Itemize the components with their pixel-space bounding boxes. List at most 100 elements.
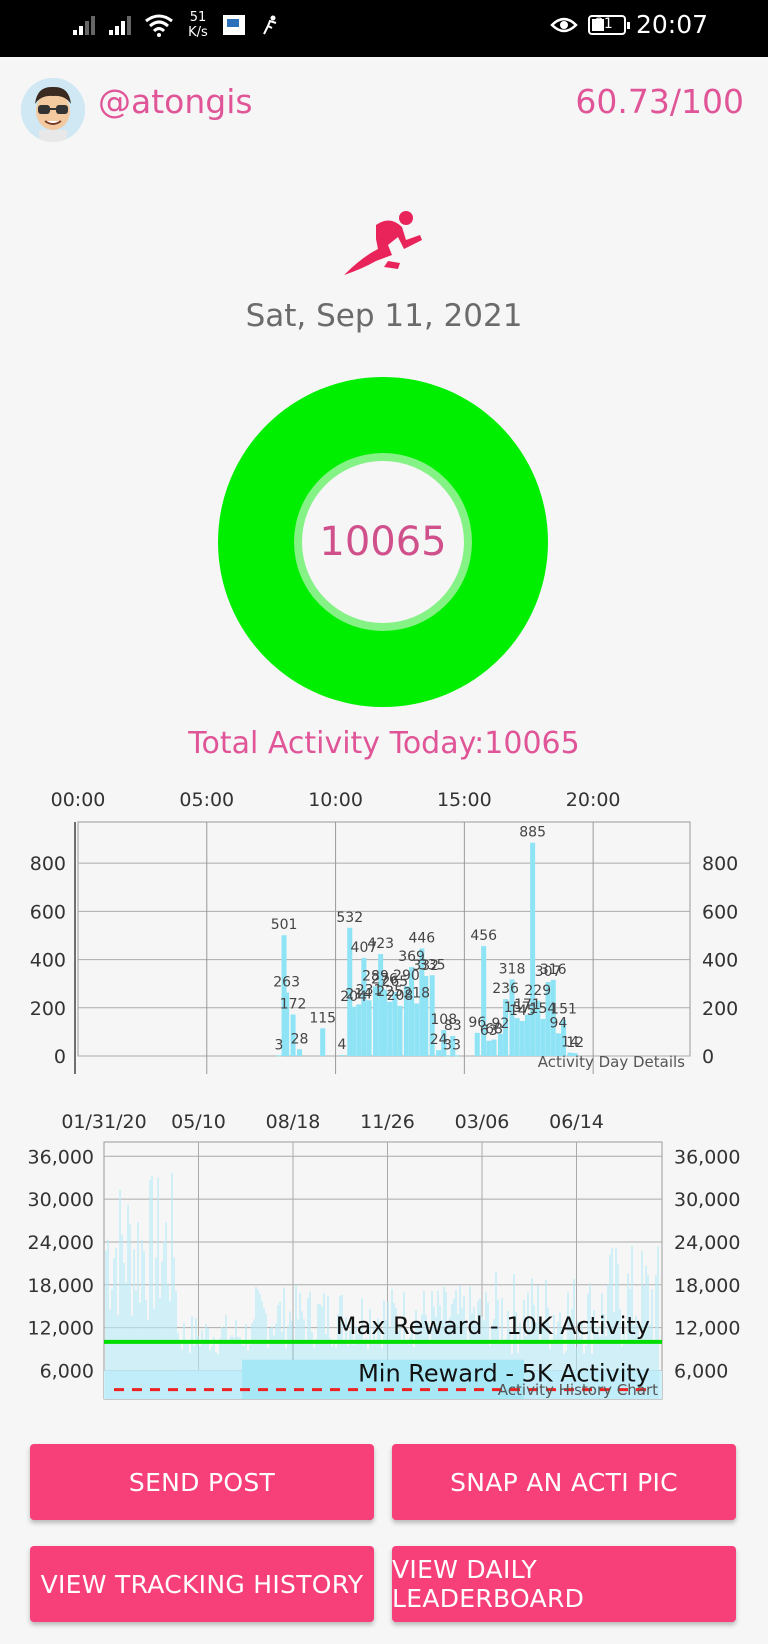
day-chart-bar <box>436 1050 442 1056</box>
day-chart-data-label: 263 <box>273 975 300 991</box>
view-tracking-history-button[interactable]: VIEW TRACKING HISTORY <box>30 1546 374 1622</box>
net-speed: 51 K/s <box>184 10 212 40</box>
history-chart-x-tick: 05/10 <box>171 1111 226 1133</box>
day-chart-y-tick-right: 400 <box>702 950 738 972</box>
day-chart-x-tick: 10:00 <box>308 789 363 811</box>
signal-icon <box>73 16 95 35</box>
day-chart-y-tick-left: 600 <box>30 901 66 923</box>
day-chart-bar <box>481 946 487 1056</box>
day-chart-data-label: 446 <box>408 931 435 947</box>
day-chart-bar <box>297 1049 303 1056</box>
day-chart-y-tick-right: 200 <box>702 998 738 1020</box>
score: 60.73/100 <box>575 82 744 121</box>
send-post-button[interactable]: SEND POST <box>30 1444 374 1520</box>
battery-level: 31 <box>594 15 613 32</box>
day-chart-data-label: 335 <box>419 957 446 973</box>
date-label: Sat, Sep 11, 2021 <box>245 298 523 334</box>
history-chart-y-tick-left: 24,000 <box>28 1232 94 1254</box>
day-chart-y-tick-right: 0 <box>702 1046 714 1068</box>
day-chart-data-label: 229 <box>524 983 551 999</box>
day-chart-bar <box>397 1005 403 1056</box>
day-chart-bar <box>454 1055 460 1057</box>
day-chart-data-label: 172 <box>280 997 307 1013</box>
day-chart-bar <box>351 1006 357 1056</box>
day-chart-data-label: 423 <box>367 936 394 952</box>
day-chart-bar <box>414 1003 420 1056</box>
day-chart-data-label: 12 <box>566 1035 584 1051</box>
username[interactable]: @atongis <box>98 82 253 121</box>
day-chart-data-label: 885 <box>519 825 546 841</box>
day-chart-bar <box>530 842 536 1056</box>
history-chart-caption: Activity History Chart <box>498 1381 658 1399</box>
day-chart-y-tick-left: 0 <box>54 1046 66 1068</box>
day-chart-data-label: 92 <box>492 1016 510 1032</box>
activity-ring-value: 10065 <box>302 461 464 623</box>
day-chart-bar <box>276 1055 282 1057</box>
day-chart-bar <box>491 1039 497 1056</box>
snap-pic-button[interactable]: SNAP AN ACTI PIC <box>392 1444 736 1520</box>
day-chart-bar <box>356 1004 362 1056</box>
history-chart-y-tick-left: 12,000 <box>28 1318 94 1340</box>
history-chart-x-tick: 01/31/20 <box>61 1111 146 1133</box>
day-chart-data-label: 501 <box>271 917 298 933</box>
day-chart-data-label: 532 <box>336 910 363 926</box>
day-chart-data-label: 318 <box>499 961 526 977</box>
status-right: 31 20:07 <box>550 10 708 39</box>
day-chart-x-tick: 00:00 <box>51 789 106 811</box>
status-bar: 51 K/s 31 20:07 <box>0 0 768 57</box>
battery-icon: 31 <box>587 14 630 35</box>
clock: 20:07 <box>635 10 708 39</box>
day-chart-data-label: 456 <box>470 928 497 944</box>
day-chart-bar <box>540 1018 546 1056</box>
history-chart-y-tick-right: 12,000 <box>674 1318 740 1340</box>
eye-icon <box>550 17 578 32</box>
day-chart-data-label: 3 <box>452 1037 461 1053</box>
runner-icon <box>344 211 422 275</box>
day-chart-data-label: 115 <box>309 1010 336 1026</box>
day-chart-data-label: 316 <box>540 962 567 978</box>
history-chart-x-tick: 11/26 <box>360 1111 415 1133</box>
day-chart-x-tick: 15:00 <box>437 789 492 811</box>
day-chart-data-label: 218 <box>403 985 430 1001</box>
avatar[interactable] <box>21 78 85 142</box>
avatar-icon <box>21 78 85 142</box>
day-chart-bar <box>387 1001 393 1056</box>
history-chart-y-tick-left: 36,000 <box>28 1146 94 1168</box>
day-chart-y-tick-left: 400 <box>30 950 66 972</box>
day-chart-caption: Activity Day Details <box>538 1053 685 1071</box>
day-chart-bar <box>445 1055 451 1057</box>
history-chart-x-tick: 08/18 <box>266 1111 321 1133</box>
day-chart-bar <box>524 1014 530 1056</box>
history-chart-y-tick-right: 24,000 <box>674 1232 740 1254</box>
total-activity: Total Activity Today:10065 <box>188 726 580 761</box>
day-chart-x-tick: 20:00 <box>566 789 621 811</box>
activity-day-chart: 0 0 200 200 400 400 600 600 800 800 00:00 05:00 10:0… <box>30 789 738 1074</box>
history-chart-y-tick-right: 36,000 <box>674 1146 740 1168</box>
app-notification-icon <box>223 15 245 35</box>
day-chart-data-label: 83 <box>444 1018 462 1034</box>
day-chart-data-label: 3 <box>274 1037 283 1053</box>
day-chart-bar <box>320 1028 326 1056</box>
day-chart-y-tick-right: 600 <box>702 901 738 923</box>
max-reward-label: Max Reward - 10K Activity <box>336 1312 650 1340</box>
status-left: 51 K/s <box>72 10 280 40</box>
runner-small-icon <box>263 15 277 35</box>
signal-icon-2 <box>109 16 131 35</box>
net-speed-value: 51 <box>189 10 207 25</box>
history-chart-y-tick-left: 18,000 <box>28 1275 94 1297</box>
activity-history-chart: Max Reward - 10K ActivityMin Reward - 5K… <box>28 1111 740 1400</box>
activity-ring-inner: 10065 <box>294 453 472 631</box>
day-chart-data-label: 151 <box>550 1002 577 1018</box>
day-chart-x-tick: 05:00 <box>179 789 234 811</box>
wifi-icon <box>145 14 173 37</box>
history-chart-y-tick-right: 30,000 <box>674 1189 740 1211</box>
day-chart-bar <box>519 1021 525 1056</box>
day-chart-data-label: 236 <box>492 981 519 997</box>
history-chart-y-tick-right: 6,000 <box>674 1360 728 1382</box>
view-daily-leaderboard-button[interactable]: VIEW DAILY LEADERBOARD <box>392 1546 736 1622</box>
day-chart-y-tick-left: 200 <box>30 998 66 1020</box>
day-chart-bar <box>366 1000 372 1056</box>
day-chart-y-tick-right: 800 <box>702 853 738 875</box>
day-chart-bar <box>514 1018 520 1056</box>
day-chart-data-label: 28 <box>291 1031 309 1047</box>
